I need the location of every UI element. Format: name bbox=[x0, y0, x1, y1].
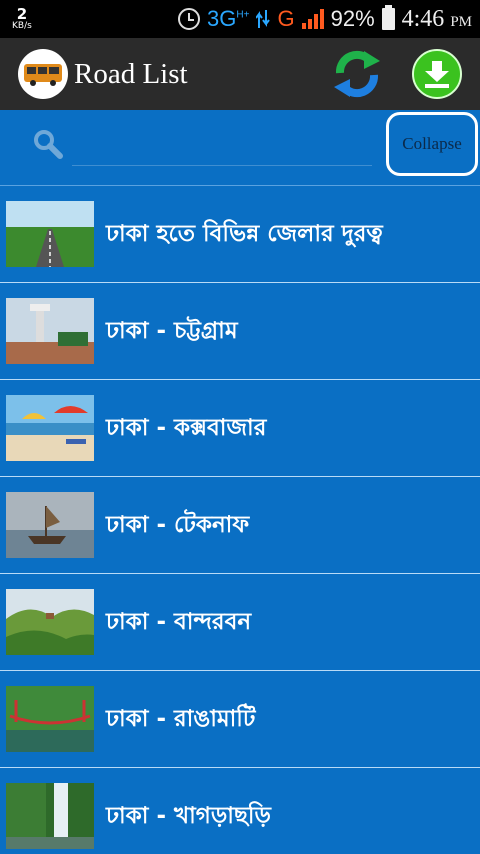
alarm-icon bbox=[178, 8, 201, 30]
route-label: ঢাকা - চট্টগ্রাম bbox=[106, 317, 238, 344]
signal-arrows-icon bbox=[256, 10, 271, 28]
tower-thumbnail bbox=[6, 298, 94, 364]
search-bar: Collapse bbox=[0, 110, 480, 185]
boat-thumbnail bbox=[6, 492, 94, 558]
status-bar: 2 KB/s 3GH+ G 92% 4:46 PM bbox=[0, 0, 480, 38]
page-title: Road List bbox=[74, 57, 188, 90]
download-button[interactable] bbox=[412, 49, 462, 99]
battery-icon bbox=[381, 5, 395, 30]
bus-icon bbox=[18, 49, 68, 99]
list-item[interactable]: ঢাকা - খাগড়াছড়ি bbox=[0, 768, 480, 854]
signal-strength-icon bbox=[301, 9, 324, 29]
list-item[interactable]: ঢাকা - চট্টগ্রাম bbox=[0, 283, 480, 380]
route-list: ঢাকা হতে বিভিন্ন জেলার দুরত্ব ঢাকা - চট্… bbox=[0, 185, 480, 854]
bridge-thumbnail bbox=[6, 686, 94, 752]
refresh-button[interactable] bbox=[330, 47, 384, 101]
list-item[interactable]: ঢাকা হতে বিভিন্ন জেলার দুরত্ব bbox=[0, 186, 480, 283]
network-speed: 2 KB/s bbox=[12, 7, 32, 31]
hills-thumbnail bbox=[6, 589, 94, 655]
route-label: ঢাকা - খাগড়াছড়ি bbox=[106, 802, 271, 829]
clock: 4:46 PM bbox=[401, 5, 472, 32]
collapse-button[interactable]: Collapse bbox=[386, 112, 478, 176]
route-label: ঢাকা - বান্দরবন bbox=[106, 608, 252, 635]
refresh-icon bbox=[334, 50, 380, 98]
route-label: ঢাকা হতে বিভিন্ন জেলার দুরত্ব bbox=[106, 220, 383, 247]
route-label: ঢাকা - টেকনাফ bbox=[106, 511, 250, 538]
search-underline bbox=[72, 165, 372, 166]
highway-thumbnail bbox=[6, 201, 94, 267]
route-label: ঢাকা - কক্সবাজার bbox=[106, 414, 267, 441]
list-item[interactable]: ঢাকা - কক্সবাজার bbox=[0, 380, 480, 477]
list-item[interactable]: ঢাকা - বান্দরবন bbox=[0, 574, 480, 671]
battery-percent: 92% bbox=[330, 6, 375, 31]
network-3g-label: 3GH+ bbox=[207, 6, 250, 31]
network-g-label: G bbox=[277, 6, 295, 31]
search-icon bbox=[34, 130, 63, 159]
list-item[interactable]: ঢাকা - রাঙামাটি bbox=[0, 671, 480, 768]
download-icon bbox=[425, 61, 449, 88]
route-label: ঢাকা - রাঙামাটি bbox=[106, 705, 256, 732]
waterfall-thumbnail bbox=[6, 783, 94, 849]
speed-unit: KB/s bbox=[12, 21, 32, 31]
search-input[interactable] bbox=[72, 130, 372, 162]
list-item[interactable]: ঢাকা - টেকনাফ bbox=[0, 477, 480, 574]
speed-value: 2 bbox=[16, 5, 28, 23]
app-bar: Road List bbox=[0, 38, 480, 110]
beach-thumbnail bbox=[6, 395, 94, 461]
